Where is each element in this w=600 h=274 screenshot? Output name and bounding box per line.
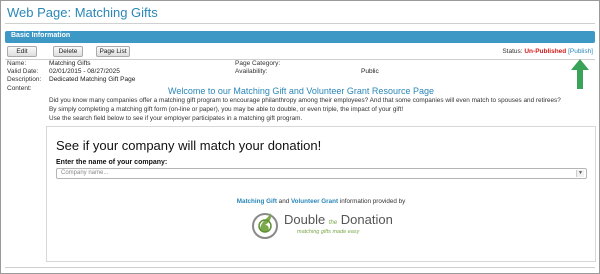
double-the-donation-logo-icon xyxy=(252,213,278,239)
volunteer-grant-link[interactable]: Volunteer Grant xyxy=(291,198,338,205)
edit-button[interactable]: Edit xyxy=(7,46,37,57)
page-category-label: Page Category: xyxy=(235,60,281,67)
logo-word-the: the xyxy=(328,220,338,226)
company-input-label: Enter the name of your company: xyxy=(56,159,168,166)
status-badge: Un-Published xyxy=(524,48,567,55)
provided-by-line: Matching Gift and Volunteer Grant inform… xyxy=(47,198,595,205)
content-paragraph-1: Did you know many companies offer a matc… xyxy=(49,97,561,104)
description-value: Dedicated Matching Gift Page xyxy=(49,76,136,83)
provided-by-text: information provided by xyxy=(338,198,406,205)
matching-gift-link[interactable]: Matching Gift xyxy=(237,198,277,205)
widget-headline: See if your company will match your dona… xyxy=(56,138,322,153)
title-divider xyxy=(5,23,595,24)
matching-gift-widget: See if your company will match your dona… xyxy=(46,126,596,262)
page-frame: Web Page: Matching Gifts Basic Informati… xyxy=(0,0,600,274)
logo-tagline: matching gifts made easy xyxy=(297,229,360,235)
section-header: Basic Information xyxy=(5,31,595,43)
status-line: Status: Un-Published [Publish] xyxy=(502,48,593,55)
status-label: Status: xyxy=(502,48,523,55)
logo-word-double: Double xyxy=(284,212,326,227)
company-input-placeholder: Company name... xyxy=(61,170,109,176)
provided-and-text: and xyxy=(276,198,291,205)
name-label: Name: xyxy=(7,60,27,67)
logo-wordmark: Double the Donation xyxy=(284,212,393,227)
page-title: Web Page: Matching Gifts xyxy=(7,5,158,20)
publish-link[interactable]: [Publish] xyxy=(568,48,593,55)
name-value: Matching Gifts xyxy=(49,60,91,67)
description-label: Description: xyxy=(7,76,42,83)
logo-word-donation: Donation xyxy=(340,212,393,227)
company-search-input[interactable]: Company name... ▼ xyxy=(56,168,587,179)
page-list-button[interactable]: Page List xyxy=(96,46,130,57)
valid-date-value: 02/01/2015 - 08/27/2025 xyxy=(49,68,120,75)
content-paragraph-3: Use the search field below to see if you… xyxy=(49,115,303,122)
up-arrow-icon xyxy=(571,59,589,89)
content-heading: Welcome to our Matching Gift and Volunte… xyxy=(168,86,434,96)
bottom-divider xyxy=(5,267,595,268)
double-the-donation-logo[interactable]: Double the Donation matching gifts made … xyxy=(251,207,411,243)
meta-divider xyxy=(5,59,595,60)
availability-value: Public xyxy=(361,68,379,75)
valid-date-label: Valid Date: xyxy=(7,68,39,75)
content-paragraph-2: By simply completing a matching gift for… xyxy=(49,106,404,113)
delete-button[interactable]: Delete xyxy=(53,46,83,57)
section-title: Basic Information xyxy=(11,32,71,39)
availability-label: Availability: xyxy=(235,68,268,75)
chevron-down-icon[interactable]: ▼ xyxy=(576,170,584,177)
